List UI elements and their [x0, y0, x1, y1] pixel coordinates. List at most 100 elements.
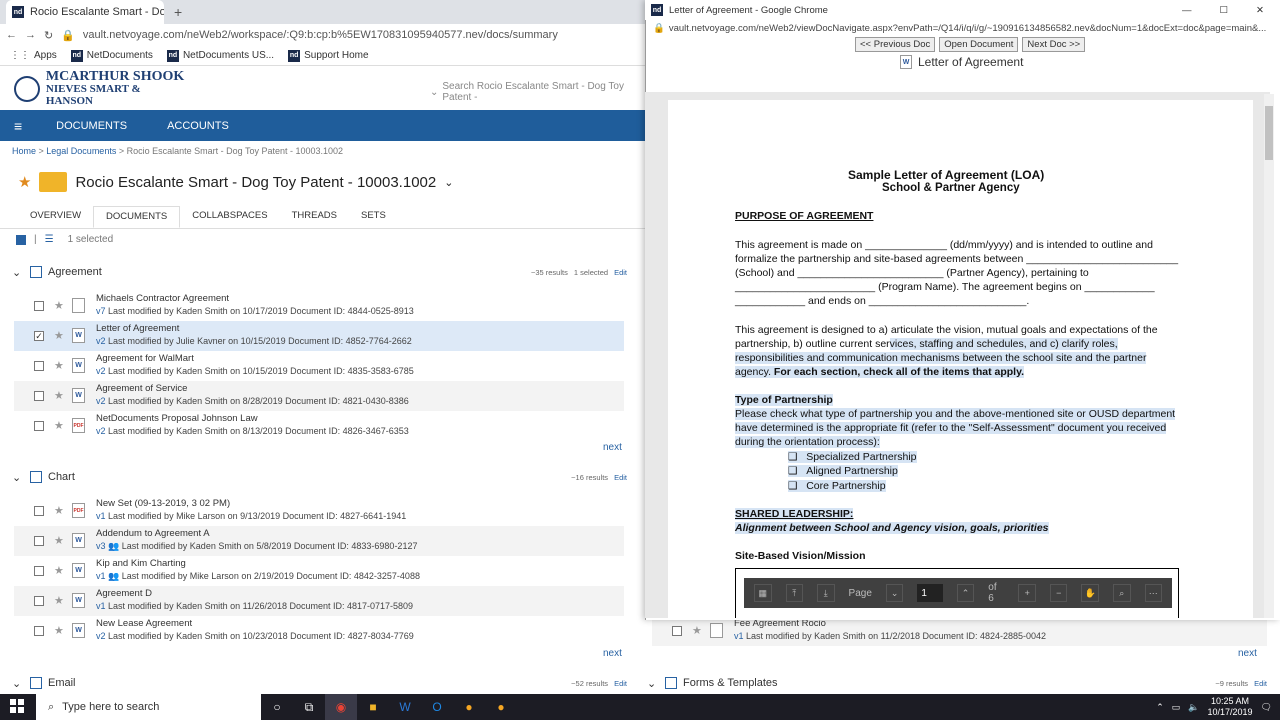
next-link[interactable]: next — [603, 648, 622, 659]
chevron-down-icon[interactable]: ⌄ — [12, 471, 24, 484]
version-link[interactable]: v2 — [96, 366, 106, 376]
version-link[interactable]: v3 — [96, 541, 106, 551]
breadcrumb-home[interactable]: Home — [12, 146, 36, 156]
group-header-agreement[interactable]: ⌄ Agreement ~35 results 1 selected Edit — [12, 263, 627, 281]
firm-logo[interactable]: MCARTHUR SHOOK NIEVES SMART & HANSON — [14, 70, 190, 107]
first-page-icon[interactable]: ⤒ — [785, 584, 804, 602]
version-link[interactable]: v2 — [96, 336, 106, 346]
hamburger-icon[interactable]: ≡ — [0, 118, 36, 134]
group-edit-link[interactable]: Edit — [614, 473, 627, 482]
star-icon[interactable]: ★ — [54, 299, 64, 312]
tab-overview[interactable]: OVERVIEW — [20, 206, 93, 228]
checkbox[interactable] — [34, 391, 44, 401]
tab-collabspaces[interactable]: COLLABSPACES — [180, 206, 279, 228]
star-icon[interactable]: ★ — [54, 564, 64, 577]
volume-icon[interactable]: 🔈 — [1188, 702, 1199, 713]
word-icon[interactable]: W — [389, 694, 421, 720]
taskbar-search[interactable]: ⌕ Type here to search — [36, 694, 261, 720]
group-edit-link[interactable]: Edit — [614, 679, 627, 688]
star-icon[interactable]: ★ — [54, 359, 64, 372]
thumbnails-icon[interactable]: ▦ — [754, 584, 772, 602]
checkbox[interactable] — [672, 626, 682, 636]
document-name[interactable]: Kip and Kim Charting — [96, 558, 186, 569]
page-input[interactable]: 1 — [917, 584, 943, 602]
document-name[interactable]: New Lease Agreement — [96, 618, 192, 629]
list-view-icon[interactable]: ☰ — [45, 234, 54, 245]
chevron-down-icon[interactable]: ⌄ — [430, 87, 438, 98]
star-icon[interactable]: ★ — [692, 624, 702, 637]
document-name[interactable]: NetDocuments Proposal Johnson Law — [96, 413, 258, 424]
breadcrumb-legal[interactable]: Legal Documents — [46, 146, 116, 156]
checkbox[interactable] — [34, 361, 44, 371]
chrome-icon[interactable]: ◉ — [325, 694, 357, 720]
checkbox[interactable]: ✓ — [34, 331, 44, 341]
list-item[interactable]: ★ W Agreement D v1 Last modified by Kaden… — [14, 586, 624, 616]
reload-icon[interactable]: ↻ — [44, 29, 53, 42]
forward-icon[interactable]: → — [25, 29, 36, 41]
document-name[interactable]: Agreement of Service — [96, 383, 187, 394]
scrollbar[interactable] — [1264, 94, 1274, 618]
bookmark-netdocuments-us[interactable]: nd NetDocuments US... — [166, 49, 274, 62]
next-doc-button[interactable]: Next Doc >> — [1022, 37, 1086, 52]
document-name[interactable]: Michaels Contractor Agreement — [96, 293, 229, 304]
file-explorer-icon[interactable]: ■ — [357, 694, 389, 720]
document-name[interactable]: Addendum to Agreement A — [96, 528, 210, 539]
checkbox[interactable] — [34, 506, 44, 516]
search-icon[interactable]: ⌕ — [1112, 584, 1131, 602]
star-icon[interactable]: ★ — [54, 504, 64, 517]
maximize-icon[interactable]: ☐ — [1220, 5, 1229, 16]
bookmark-apps[interactable]: ⋮⋮ Apps — [10, 50, 57, 61]
checkbox[interactable] — [34, 536, 44, 546]
bookmark-netdocuments[interactable]: nd NetDocuments — [70, 49, 153, 62]
cortana-icon[interactable]: ○ — [261, 694, 293, 720]
next-link[interactable]: next — [1238, 648, 1257, 659]
star-icon[interactable]: ★ — [54, 624, 64, 637]
checkbox[interactable] — [34, 301, 44, 311]
document-name[interactable]: Agreement for WalMart — [96, 353, 194, 364]
version-link[interactable]: v1 — [734, 631, 744, 641]
task-view-icon[interactable]: ⧉ — [293, 694, 325, 720]
version-link[interactable]: v7 — [96, 306, 106, 316]
document-name[interactable]: New Set (09-13-2019, 3 02 PM) — [96, 498, 230, 509]
notifications-icon[interactable]: 🗨 — [1261, 702, 1272, 713]
tab-documents[interactable]: DOCUMENTS — [93, 206, 181, 228]
group-header-email[interactable]: ⌄ Email ~52 results Edit — [12, 674, 627, 692]
app-icon[interactable]: ● — [453, 694, 485, 720]
group-header-forms[interactable]: ⌄ Forms & Templates ~9 results Edit — [647, 674, 1267, 692]
clock[interactable]: 10:25 AM 10/17/2019 — [1208, 696, 1253, 718]
last-page-icon[interactable]: ⤓ — [817, 584, 835, 602]
document-name[interactable]: Agreement D — [96, 588, 152, 599]
document-name[interactable]: Letter of Agreement — [96, 323, 179, 334]
pan-icon[interactable]: ✋ — [1081, 584, 1099, 602]
list-item[interactable]: ✓ ★ W Letter of Agreement v2 Last modified… — [14, 321, 624, 351]
browser-tab[interactable]: nd Rocio Escalante Smart - Dog To ✕ — [6, 0, 164, 24]
open-document-button[interactable]: Open Document — [939, 37, 1019, 52]
chevron-down-icon[interactable]: ⌄ — [444, 176, 453, 189]
group-edit-link[interactable]: Edit — [614, 268, 627, 277]
previous-doc-button[interactable]: << Previous Doc — [855, 37, 936, 52]
list-item[interactable]: ★ W New Lease Agreement v2 Last modified … — [14, 616, 624, 646]
group-edit-link[interactable]: Edit — [1254, 679, 1267, 688]
outlook-icon[interactable]: O — [421, 694, 453, 720]
tray-chevron-icon[interactable]: ⌃ — [1156, 702, 1164, 713]
list-item[interactable]: ★ W Agreement for WalMart v2 Last modifie… — [14, 351, 624, 381]
list-item[interactable]: ★ PDF New Set (09-13-2019, 3 02 PM) v1 La… — [14, 496, 624, 526]
nav-documents[interactable]: DOCUMENTS — [36, 120, 147, 132]
list-item[interactable]: ★ W Addendum to Agreement A v3 👥 Last mod… — [14, 526, 624, 556]
popup-address-bar[interactable]: 🔒 vault.netvoyage.com/neWeb2/viewDocNavi… — [645, 20, 1280, 36]
list-item[interactable]: ★ W Agreement of Service v2 Last modified… — [14, 381, 624, 411]
list-item[interactable]: ★ Fee Agreement Rocio v1 Last modified b… — [652, 616, 1267, 646]
bookmark-support-home[interactable]: nd Support Home — [288, 49, 369, 62]
version-link[interactable]: v2 — [96, 396, 106, 406]
network-icon[interactable]: ▭ — [1172, 702, 1181, 713]
list-item[interactable]: ★ W Kip and Kim Charting v1 👥 Last modifi… — [14, 556, 624, 586]
close-icon[interactable]: ✕ — [1256, 5, 1264, 16]
tab-threads[interactable]: THREADS — [280, 206, 349, 228]
star-icon[interactable]: ★ — [54, 419, 64, 432]
checkbox[interactable] — [34, 421, 44, 431]
back-icon[interactable]: ← — [6, 29, 17, 41]
star-icon[interactable]: ★ — [18, 173, 31, 191]
version-link[interactable]: v1 — [96, 601, 106, 611]
zoom-in-icon[interactable]: + — [1018, 584, 1036, 602]
group-header-chart[interactable]: ⌄ Chart ~16 results Edit — [12, 468, 627, 486]
